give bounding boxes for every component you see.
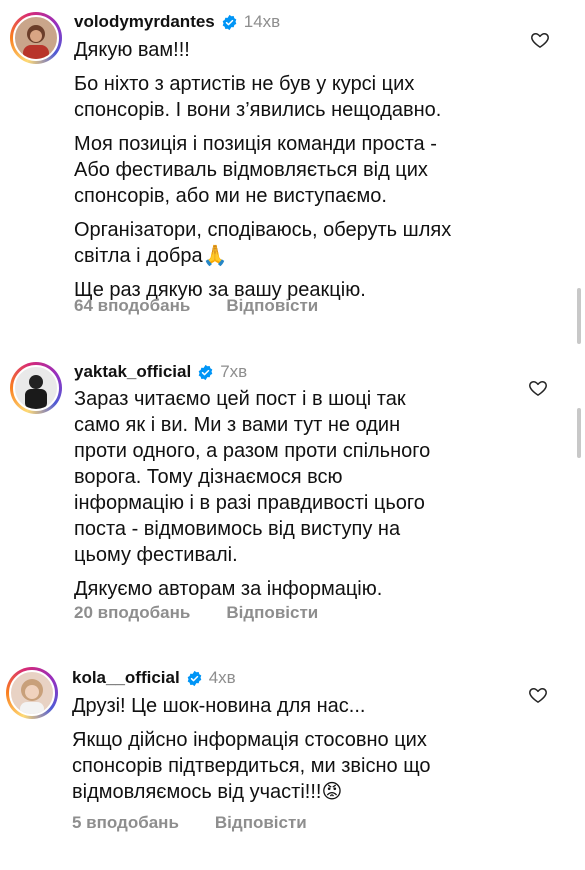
scrollbar-thumb-secondary[interactable] [577,408,581,458]
comment-paragraph: Друзі! Це шок-новина для нас... [72,695,366,717]
comment-paragraph: Організатори, сподіваюсь, оберуть шлях с… [74,219,452,267]
comment-text: Друзі! Це шок-новина для нас... Якщо дій… [72,693,522,813]
timestamp: 14хв [243,12,281,31]
verified-badge-icon [198,364,213,380]
heart-icon[interactable] [528,378,548,398]
comment-text: Дякую вам!!! Бо ніхто з артистів не був … [74,37,524,311]
likes-count[interactable]: 64 вподобань [74,296,190,316]
avatar[interactable] [10,362,62,414]
reply-button[interactable]: Відповісти [215,813,307,833]
comment-paragraph: Зараз читаємо цей пост і в шоці так само… [74,388,431,566]
avatar-image [13,15,59,61]
comment-item: yaktak_official 7хв Зараз читаємо цей по… [0,350,585,650]
reply-button[interactable]: Відповісти [226,603,318,623]
profile-photo-icon [25,375,47,409]
heart-icon[interactable] [530,30,550,50]
avatar-image [9,670,55,716]
username[interactable]: volodymyrdantes [74,12,215,32]
username[interactable]: kola__official [72,668,180,688]
comment-paragraph: Бо ніхто з артистів не був у курсі цих с… [74,73,442,121]
timestamp: 4хв [208,668,236,687]
comment-item: kola__official 4хв Друзі! Це шок-новина … [0,655,585,855]
username[interactable]: yaktak_official [74,362,191,382]
profile-photo-icon [20,679,44,714]
avatar[interactable] [10,12,62,64]
scrollbar-thumb[interactable] [577,288,581,344]
likes-count[interactable]: 5 вподобань [72,813,179,833]
comment-item: volodymyrdantes 14хв Дякую вам!!! Бо ніх… [0,0,585,330]
comment-text: Зараз читаємо цей пост і в шоці так само… [74,386,524,610]
timestamp: 7хв [220,362,248,381]
verified-badge-icon [222,14,237,30]
comment-paragraph: Дякуємо авторам за інформацію. [74,578,383,600]
comment-paragraph: Дякую вам!!! [74,39,190,61]
profile-photo-icon [23,25,49,59]
comment-paragraph: Моя позиція і позиція команди проста - А… [74,133,437,207]
avatar-image [13,365,59,411]
heart-icon[interactable] [528,685,548,705]
comment-paragraph: Якщо дійсно інформація стосовно цих спон… [72,729,431,803]
avatar[interactable] [6,667,58,719]
reply-button[interactable]: Відповісти [226,296,318,316]
verified-badge-icon [187,670,202,686]
likes-count[interactable]: 20 вподобань [74,603,190,623]
